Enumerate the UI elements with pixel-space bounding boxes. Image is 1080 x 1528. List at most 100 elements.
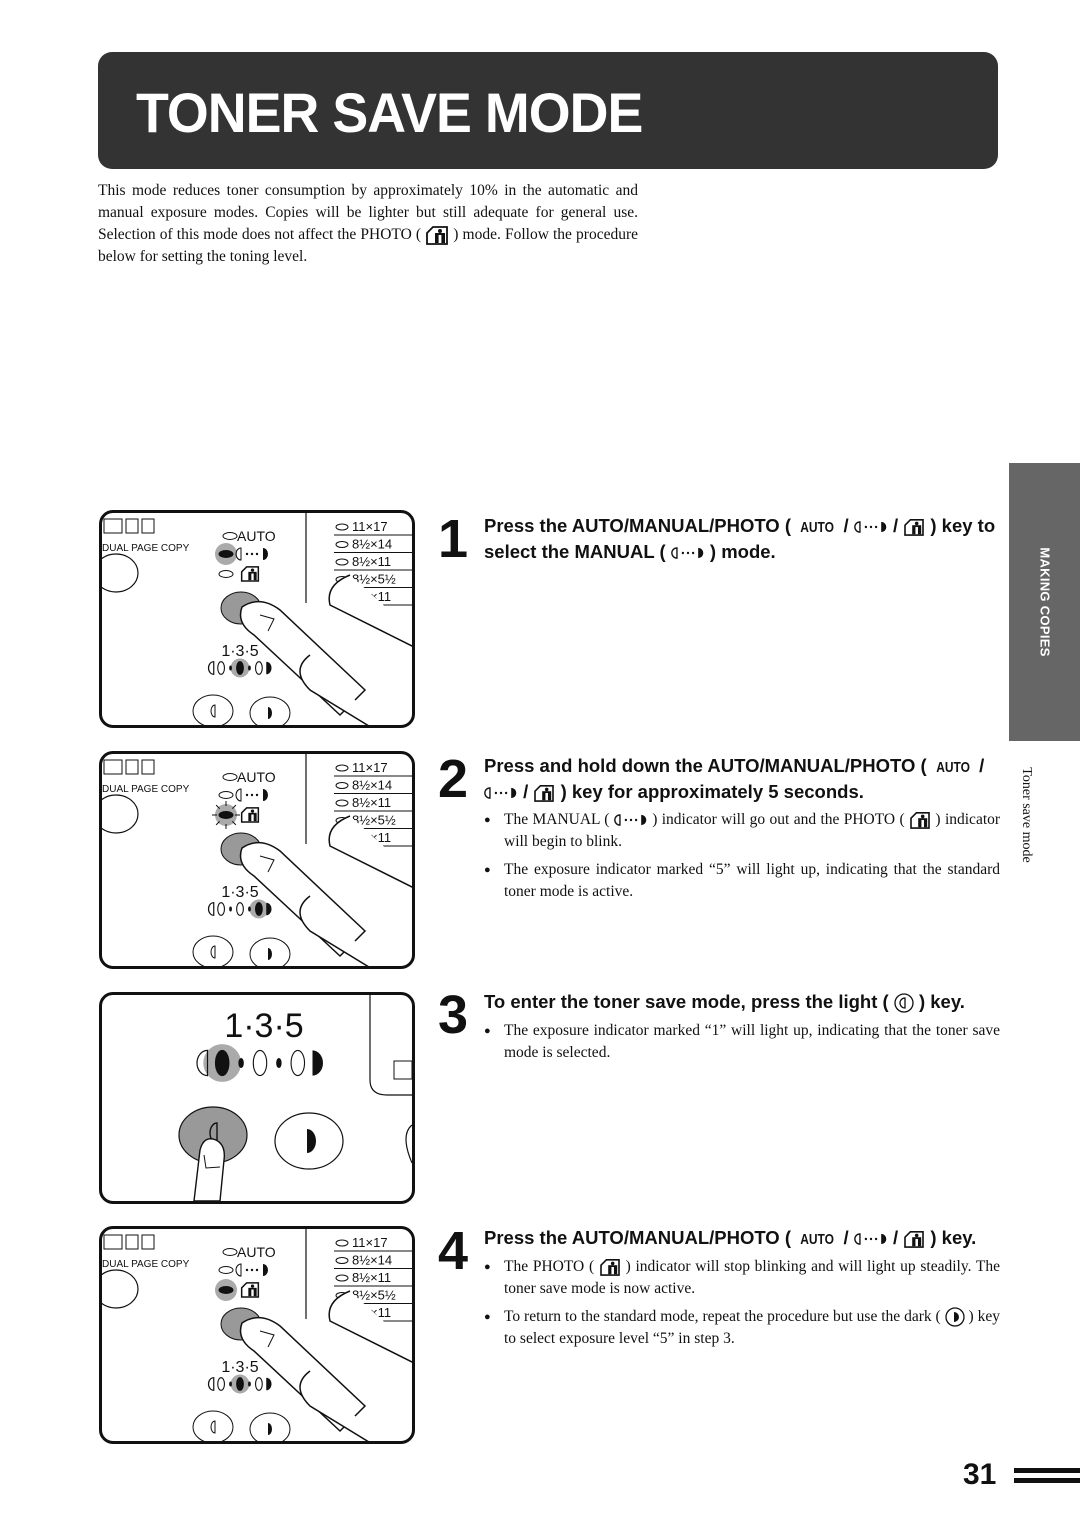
panel-drawing: DUAL PAGE COPYAUTO11×178½×148½×118½×5½8½… <box>102 513 412 725</box>
step-heading: Press the AUTO/MANUAL/PHOTO ( AUTO / / )… <box>484 1226 1000 1252</box>
paper-size-label: 8½×11 <box>352 795 391 810</box>
control-panel-illustration-step-2: DUAL PAGE COPYAUTO11×178½×148½×118½×5½8½… <box>99 751 415 969</box>
paper-size-label: 11×17 <box>352 519 388 534</box>
auto-icon: AUTO <box>800 519 835 536</box>
step-number: 1 <box>438 509 469 569</box>
exposure-scale-label: 1·3·5 <box>221 884 258 901</box>
auto-indicator <box>222 1248 238 1256</box>
auto-indicator <box>222 532 238 540</box>
dual-page-copy-label: DUAL PAGE COPY <box>102 543 190 554</box>
step-2: 2 Press and hold down the AUTO/MANUAL/PH… <box>438 752 1000 914</box>
manual-indicator <box>218 1266 234 1274</box>
dual-page-copy-key <box>102 1269 139 1309</box>
exposure-indicator-5 <box>254 661 263 675</box>
step-bullets: The exposure indicator marked “1” will l… <box>484 1020 1000 1070</box>
light-key <box>192 935 234 966</box>
bullet-text: The MANUAL ( <box>504 811 610 828</box>
light-key <box>192 694 234 725</box>
light-key-icon <box>894 993 914 1013</box>
original-icon <box>393 1060 412 1080</box>
bullet-item: The exposure indicator marked “1” will l… <box>484 1020 1000 1064</box>
bullet-item: The exposure indicator marked “5” will l… <box>484 859 1000 903</box>
exposure-dot <box>248 1381 251 1387</box>
photo-icon <box>903 518 925 536</box>
dual-page-copy-key <box>102 794 139 834</box>
page-number-rule <box>1014 1468 1080 1488</box>
panel-edge <box>369 995 412 1096</box>
title-banner: TONER SAVE MODE <box>98 52 998 169</box>
heading-text: ) mode. <box>709 541 776 562</box>
paper-size-label: 11×17 <box>352 1235 388 1250</box>
dual-page-copy-label: DUAL PAGE COPY <box>102 1259 190 1270</box>
auto-icon: AUTO <box>936 759 970 776</box>
light-end-icon <box>207 1377 215 1391</box>
dark-end-icon <box>266 1377 272 1391</box>
dual-page-icon <box>141 1234 155 1250</box>
manual-exposure-icon <box>235 1263 268 1277</box>
heading-text: To enter the toner save mode, press the … <box>484 991 889 1012</box>
exposure-indicator-1 <box>217 902 226 916</box>
manual-indicator <box>218 791 234 799</box>
paper-size-indicator <box>335 1274 349 1282</box>
paper-size-label: 8½×14 <box>352 1253 392 1268</box>
heading-text: Press the AUTO/MANUAL/PHOTO ( <box>484 1227 792 1248</box>
exposure-dot <box>276 1057 282 1069</box>
exposure-dot <box>229 1381 232 1387</box>
exposure-scale-label: 1·3·5 <box>221 1359 258 1376</box>
exposure-scale-label: 1·3·5 <box>221 643 258 660</box>
heading-text: ) key. <box>918 991 965 1012</box>
paper-size-indicator <box>335 764 349 772</box>
subsection-text: Toner save mode <box>1019 767 1034 863</box>
paper-size-indicator <box>335 1257 349 1264</box>
dual-page-icon <box>125 759 139 775</box>
photo-icon <box>533 784 555 802</box>
step-heading: Press and hold down the AUTO/MANUAL/PHOT… <box>484 755 985 802</box>
dual-page-icon <box>103 518 123 534</box>
page-number: 31 <box>963 1458 997 1491</box>
heading-text: Press the AUTO/MANUAL/PHOTO ( <box>484 515 792 536</box>
exposure-indicator-3 <box>236 902 244 916</box>
exposure-dot <box>229 906 232 912</box>
dark-end-icon <box>266 661 272 675</box>
paper-size-indicator <box>335 558 349 566</box>
exposure-keys-illustration-step-3: 1·3·5 <box>99 992 415 1204</box>
step-3: 3 To enter the toner save mode, press th… <box>438 985 1000 1070</box>
light-end-icon <box>207 902 215 916</box>
next-key-edge <box>405 1124 412 1164</box>
dual-page-icon <box>125 518 139 534</box>
dual-page-icon <box>141 518 155 534</box>
dual-page-copy-key <box>102 553 139 593</box>
photo-indicator <box>218 1286 234 1294</box>
photo-icon <box>599 1258 621 1276</box>
intro-paragraph: This mode reduces toner consumption by a… <box>98 180 638 268</box>
photo-indicator <box>218 811 234 819</box>
photo-icon <box>240 566 260 582</box>
control-panel-illustration-step-4: DUAL PAGE COPYAUTO11×178½×148½×118½×5½8½… <box>99 1226 415 1444</box>
exposure-dot <box>248 906 251 912</box>
bullet-text: The PHOTO ( <box>504 1258 595 1275</box>
dark-end-icon <box>312 1050 323 1076</box>
step-number: 3 <box>438 985 469 1045</box>
heading-text: ) key. <box>930 1227 977 1248</box>
section-tab-label: MAKING COPIES <box>1037 547 1052 657</box>
dual-page-icon <box>125 1234 139 1250</box>
bullet-text: ) indicator will go out and the PHOTO ( <box>652 811 905 828</box>
manual-exposure-icon <box>671 546 705 560</box>
exposure-indicator-5 <box>254 1377 263 1391</box>
bullet-item: The PHOTO ( ) indicator will stop blinki… <box>484 1256 1000 1300</box>
manual-exposure-icon <box>854 1232 888 1246</box>
exposure-dot <box>229 665 232 671</box>
manual-exposure-icon <box>614 813 648 827</box>
heading-text: ) key for approximately 5 seconds. <box>560 781 864 802</box>
paper-size-indicator <box>335 523 349 531</box>
control-panel-illustration-step-1: DUAL PAGE COPYAUTO11×178½×148½×118½×5½8½… <box>99 510 415 728</box>
dark-key-icon <box>945 1307 965 1327</box>
manual-exposure-icon <box>854 520 888 534</box>
dark-end-icon <box>266 902 272 916</box>
paper-size-label: 8½×11 <box>352 554 391 569</box>
panel-drawing: 1·3·5 <box>178 995 412 1201</box>
exposure-indicator-3 <box>252 1049 268 1077</box>
dual-page-icon <box>103 1234 123 1250</box>
photo-icon <box>240 1282 260 1298</box>
exposure-scale-label: 1·3·5 <box>224 1007 303 1045</box>
